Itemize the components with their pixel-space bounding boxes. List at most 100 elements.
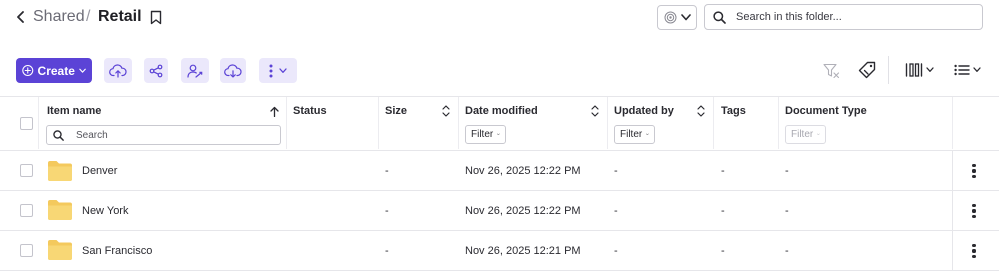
column-divider bbox=[286, 97, 287, 149]
row-tags: - bbox=[721, 205, 725, 217]
chevron-down-icon bbox=[279, 67, 287, 73]
more-actions-button[interactable] bbox=[259, 58, 297, 83]
row-name[interactable]: San Francisco bbox=[82, 244, 152, 258]
more-icon bbox=[269, 64, 273, 77]
folder-search[interactable] bbox=[704, 4, 983, 30]
row-border bbox=[0, 270, 999, 271]
download-button[interactable] bbox=[220, 58, 246, 83]
clear-filters-button[interactable] bbox=[822, 60, 840, 80]
column-divider bbox=[458, 97, 459, 149]
row-checkbox[interactable] bbox=[20, 164, 33, 177]
row-checkbox[interactable] bbox=[20, 244, 33, 257]
dot bbox=[972, 244, 976, 248]
date-filter-button[interactable]: Filter bbox=[465, 125, 506, 144]
columns-button[interactable] bbox=[904, 60, 934, 80]
create-button[interactable]: Create bbox=[16, 58, 92, 83]
table-row[interactable]: San Francisco - Nov 26, 2025 12:21 PM - … bbox=[0, 231, 999, 270]
column-divider bbox=[38, 97, 39, 149]
upload-button[interactable] bbox=[104, 58, 132, 83]
column-header-tags[interactable]: Tags bbox=[721, 104, 746, 118]
bookmark-icon bbox=[150, 10, 162, 24]
column-divider bbox=[607, 97, 608, 149]
back-button[interactable] bbox=[12, 8, 30, 26]
sort-date-button[interactable] bbox=[590, 104, 600, 118]
dot bbox=[972, 254, 976, 258]
row-document-type: - bbox=[785, 165, 789, 177]
columns-icon bbox=[905, 63, 922, 77]
share-button[interactable] bbox=[144, 58, 168, 83]
column-header-document-type[interactable]: Document Type bbox=[785, 104, 867, 118]
list-view-icon bbox=[953, 64, 970, 76]
column-divider bbox=[778, 97, 779, 149]
sort-updated-by-button[interactable] bbox=[696, 104, 706, 118]
sort-icon bbox=[591, 105, 599, 117]
dot bbox=[972, 164, 976, 168]
name-search-field[interactable] bbox=[46, 125, 281, 145]
sort-icon bbox=[442, 105, 450, 117]
dot bbox=[972, 174, 976, 178]
filter-label: Filter bbox=[471, 129, 494, 140]
breadcrumb-separator: / bbox=[86, 8, 91, 25]
column-header-date-modified[interactable]: Date modified bbox=[465, 104, 538, 118]
row-date-modified: Nov 26, 2025 12:22 PM bbox=[465, 205, 581, 217]
column-divider bbox=[378, 97, 379, 149]
table-top-border bbox=[0, 96, 999, 97]
row-size: - bbox=[385, 165, 389, 177]
name-search-input[interactable] bbox=[76, 129, 266, 141]
assign-user-button[interactable] bbox=[181, 58, 209, 83]
column-header-updated-by[interactable]: Updated by bbox=[614, 104, 674, 118]
column-header-name[interactable]: Item name bbox=[47, 104, 101, 118]
tags-button[interactable] bbox=[857, 60, 877, 80]
chevron-down-icon bbox=[681, 14, 691, 21]
chevron-down-icon bbox=[817, 133, 820, 136]
column-header-status[interactable]: Status bbox=[293, 104, 327, 118]
filter-clear-icon bbox=[822, 63, 839, 78]
filter-label: Filter bbox=[620, 129, 643, 140]
plus-circle-icon bbox=[22, 64, 34, 77]
row-actions-button[interactable] bbox=[968, 202, 980, 220]
updated-by-filter-button[interactable]: Filter bbox=[614, 125, 655, 144]
row-checkbox[interactable] bbox=[20, 204, 33, 217]
row-actions-button[interactable] bbox=[968, 162, 980, 180]
column-header-size[interactable]: Size bbox=[385, 104, 407, 118]
chevron-left-icon bbox=[17, 11, 24, 23]
bookmark-button[interactable] bbox=[148, 8, 164, 26]
table-row[interactable]: New York - Nov 26, 2025 12:22 PM - - - bbox=[0, 191, 999, 230]
chevron-down-icon bbox=[925, 67, 934, 72]
chevron-down-icon bbox=[497, 133, 500, 136]
search-scope-select[interactable] bbox=[657, 5, 697, 30]
assign-user-icon bbox=[187, 64, 203, 78]
column-divider bbox=[713, 97, 714, 149]
sort-name-button[interactable] bbox=[269, 104, 279, 118]
download-icon bbox=[224, 63, 242, 78]
upload-icon bbox=[109, 63, 127, 78]
table-row[interactable]: Denver - Nov 26, 2025 12:22 PM - - - bbox=[0, 151, 999, 190]
column-divider bbox=[952, 97, 953, 149]
view-mode-button[interactable] bbox=[952, 60, 982, 80]
folder-search-input[interactable] bbox=[736, 11, 966, 23]
dot bbox=[972, 169, 976, 173]
tag-icon bbox=[858, 61, 876, 79]
column-divider bbox=[952, 191, 953, 230]
select-all-checkbox[interactable] bbox=[20, 117, 33, 130]
row-document-type: - bbox=[785, 245, 789, 257]
sort-icon bbox=[697, 105, 705, 117]
row-tags: - bbox=[721, 245, 725, 257]
row-size: - bbox=[385, 245, 389, 257]
column-divider bbox=[952, 231, 953, 270]
row-updated-by: - bbox=[614, 165, 618, 177]
chevron-down-icon bbox=[79, 68, 86, 73]
row-name[interactable]: Denver bbox=[82, 164, 117, 178]
search-icon bbox=[713, 10, 726, 24]
breadcrumb-parent[interactable]: Shared bbox=[33, 7, 85, 27]
folder-icon bbox=[48, 161, 72, 181]
row-name[interactable]: New York bbox=[82, 204, 128, 218]
sort-size-button[interactable] bbox=[441, 104, 451, 118]
chevron-down-icon bbox=[646, 133, 649, 136]
chevron-down-icon bbox=[972, 67, 981, 72]
dot bbox=[972, 214, 976, 218]
row-actions-button[interactable] bbox=[968, 242, 980, 260]
row-size: - bbox=[385, 205, 389, 217]
row-updated-by: - bbox=[614, 205, 618, 217]
search-icon bbox=[53, 129, 64, 141]
